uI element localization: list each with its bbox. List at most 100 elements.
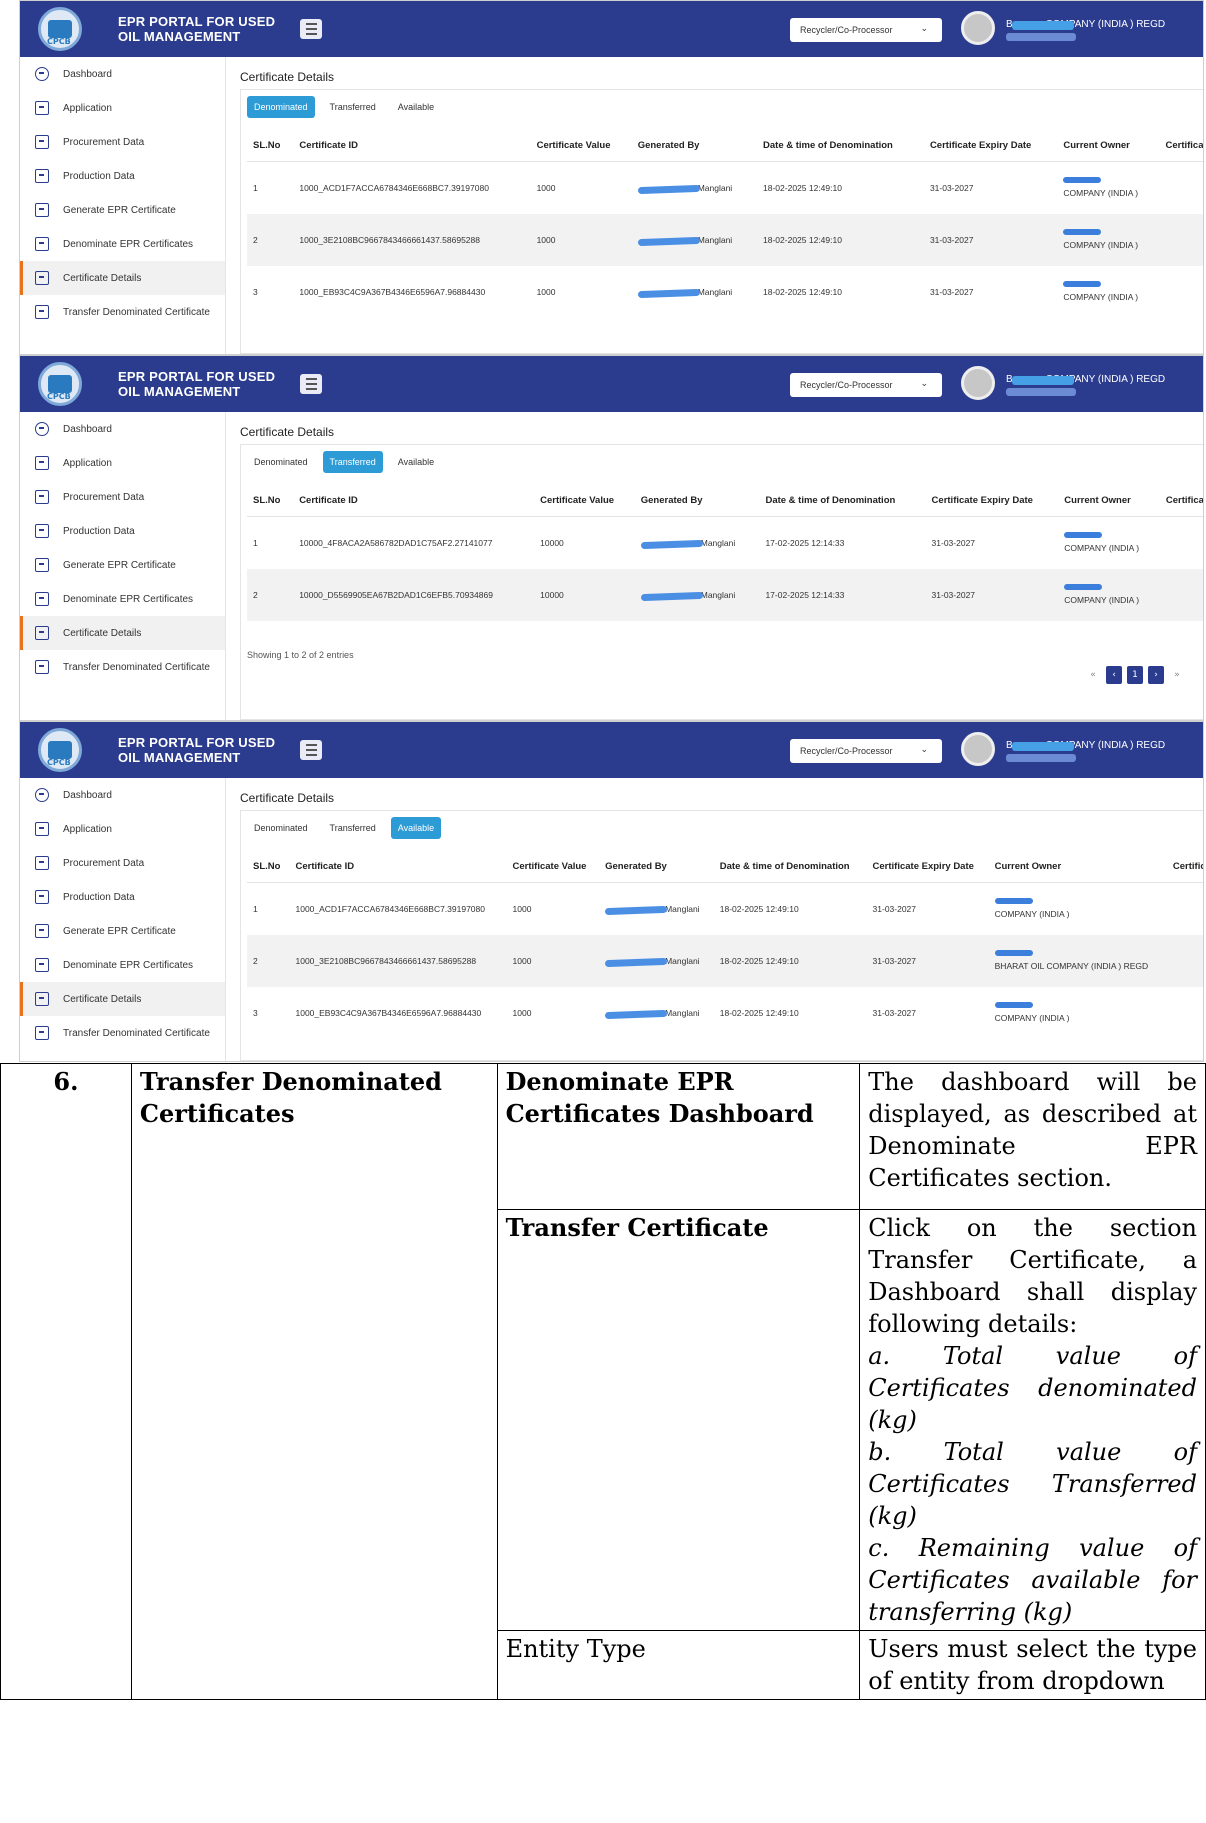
sidebar-item-certificate-details[interactable]: Certificate Details bbox=[20, 261, 225, 295]
role-select[interactable]: Recycler/Co-Processor ⌄ bbox=[790, 18, 942, 42]
table-row[interactable]: 2 1000_3E2108BC9667843466661437.58695288 1… bbox=[247, 213, 1203, 266]
redaction-mark bbox=[994, 949, 1033, 956]
sidebar-item-procurement-data[interactable]: Procurement Data bbox=[20, 125, 225, 159]
sidebar-item-procurement-data[interactable]: Procurement Data bbox=[20, 846, 225, 880]
menu-toggle-icon[interactable] bbox=[300, 740, 322, 760]
cell-certificate-more bbox=[1159, 266, 1203, 318]
table-row[interactable]: 2 1000_3E2108BC9667843466661437.58695288 1… bbox=[247, 934, 1203, 987]
tab-denominated[interactable]: Denominated bbox=[247, 96, 315, 118]
column-header[interactable]: Current Owner bbox=[988, 851, 1167, 883]
tab-available[interactable]: Available bbox=[391, 96, 441, 118]
sidebar-item-application[interactable]: Application bbox=[20, 812, 225, 846]
table-row[interactable]: 3 1000_EB93C4C9A367B4346E6596A7.96884430 1… bbox=[247, 987, 1203, 1039]
column-header[interactable]: Certificate Mc bbox=[1159, 485, 1203, 517]
table-row[interactable]: 1 1000_ACD1F7ACCA6784346E668BC7.39197080 1… bbox=[247, 883, 1203, 935]
column-header[interactable]: Certificate ID bbox=[293, 130, 531, 162]
cell-value: 1000 bbox=[536, 286, 556, 297]
tab-transferred[interactable]: Transferred bbox=[323, 817, 383, 839]
column-header[interactable]: Certificate Expiry Date bbox=[866, 851, 989, 883]
column-header[interactable]: Date & time of Denomination bbox=[757, 130, 924, 162]
column-header[interactable]: Current Owner bbox=[1058, 485, 1160, 517]
column-header[interactable]: Certificate ID bbox=[293, 485, 535, 517]
tab-transferred[interactable]: Transferred bbox=[323, 96, 383, 118]
certificate-tabs: Denominated Transferred Available bbox=[241, 811, 1203, 839]
menu-toggle-icon[interactable] bbox=[300, 19, 322, 39]
cell-date: 18-02-2025 12:49:10 bbox=[763, 286, 842, 297]
role-select[interactable]: Recycler/Co-Processor ⌄ bbox=[790, 373, 942, 397]
table-row[interactable]: 2 10000_D5569905EA67B2DAD1C6EFB5.70934869… bbox=[247, 568, 1203, 621]
sidebar-item-transfer-denominated-certificate[interactable]: Transfer Denominated Certificate bbox=[20, 295, 225, 329]
column-header[interactable]: Certificate Expiry Date bbox=[923, 130, 1058, 162]
table-row[interactable]: 3 1000_EB93C4C9A367B4346E6596A7.96884430 1… bbox=[247, 266, 1203, 318]
role-select[interactable]: Recycler/Co-Processor ⌄ bbox=[790, 739, 942, 763]
sidebar-item-certificate-details[interactable]: Certificate Details bbox=[20, 616, 225, 650]
document-icon bbox=[35, 203, 49, 217]
sidebar-item-label: Denominate EPR Certificates bbox=[63, 593, 194, 605]
tab-available[interactable]: Available bbox=[390, 817, 442, 839]
column-header[interactable]: Current Owner bbox=[1057, 130, 1160, 162]
column-header[interactable]: Date & time of Denomination bbox=[713, 851, 867, 883]
column-header[interactable]: Certificate Value bbox=[506, 851, 600, 883]
column-header[interactable]: Certificate Mc bbox=[1166, 851, 1203, 883]
column-header[interactable]: SL.No bbox=[247, 851, 290, 883]
user-avatar[interactable] bbox=[961, 11, 995, 45]
tab-denominated[interactable]: Denominated bbox=[247, 817, 315, 839]
sidebar-item-denominate-epr-certificates[interactable]: Denominate EPR Certificates bbox=[20, 582, 225, 616]
first-page-icon[interactable]: « bbox=[1085, 666, 1101, 684]
column-header[interactable]: Certificate Value bbox=[530, 130, 632, 162]
cell-certificate-more bbox=[1159, 568, 1203, 621]
table-row[interactable]: 1 1000_ACD1F7ACCA6784346E668BC7.39197080 1… bbox=[247, 162, 1203, 214]
logo-label: CPCB bbox=[47, 37, 71, 46]
chevron-down-icon: ⌄ bbox=[920, 23, 928, 33]
cell-sl: 3 bbox=[253, 286, 258, 297]
table-row[interactable]: 1 10000_4F8ACA2A586782DAD1C75AF2.27141077… bbox=[247, 517, 1203, 569]
document-icon bbox=[35, 237, 49, 251]
sidebar-item-generate-epr-certificate[interactable]: Generate EPR Certificate bbox=[20, 193, 225, 227]
sidebar-item-dashboard[interactable]: Dashboard bbox=[20, 57, 225, 91]
user-avatar[interactable] bbox=[961, 732, 995, 766]
tab-available[interactable]: Available bbox=[391, 451, 441, 473]
next-page-button[interactable]: › bbox=[1148, 666, 1164, 684]
sidebar-item-certificate-details[interactable]: Certificate Details bbox=[20, 982, 225, 1016]
sidebar-item-application[interactable]: Application bbox=[20, 91, 225, 125]
sidebar-item-application[interactable]: Application bbox=[20, 446, 225, 480]
column-header[interactable]: Certificate Mc bbox=[1159, 130, 1203, 162]
column-header[interactable]: SL.No bbox=[247, 130, 294, 162]
column-header[interactable]: Date & time of Denomination bbox=[759, 485, 926, 517]
sidebar-item-production-data[interactable]: Production Data bbox=[20, 514, 225, 548]
sidebar-item-denominate-epr-certificates[interactable]: Denominate EPR Certificates bbox=[20, 948, 225, 982]
column-header[interactable]: Generated By bbox=[631, 130, 758, 162]
cell-certificate-id: 1000_3E2108BC9667843466661437.58695288 bbox=[293, 213, 531, 266]
document-icon bbox=[35, 822, 49, 836]
sidebar-item-dashboard[interactable]: Dashboard bbox=[20, 412, 225, 446]
document-icon bbox=[35, 271, 49, 285]
sidebar-item-procurement-data[interactable]: Procurement Data bbox=[20, 480, 225, 514]
document-icon bbox=[35, 856, 49, 870]
user-avatar[interactable] bbox=[961, 366, 995, 400]
sidebar-item-production-data[interactable]: Production Data bbox=[20, 159, 225, 193]
sidebar-item-dashboard[interactable]: Dashboard bbox=[20, 778, 225, 812]
prev-page-button[interactable]: ‹ bbox=[1106, 666, 1122, 684]
tab-transferred[interactable]: Transferred bbox=[322, 451, 383, 473]
redaction-mark bbox=[1063, 176, 1102, 183]
sidebar-item-denominate-epr-certificates[interactable]: Denominate EPR Certificates bbox=[20, 227, 225, 261]
sidebar-item-production-data[interactable]: Production Data bbox=[20, 880, 225, 914]
column-header[interactable]: Certificate Value bbox=[534, 485, 635, 517]
sidebar-item-transfer-denominated-certificate[interactable]: Transfer Denominated Certificate bbox=[20, 650, 225, 684]
page-number-button[interactable]: 1 bbox=[1127, 666, 1143, 684]
redaction-mark bbox=[1064, 531, 1103, 538]
tab-denominated[interactable]: Denominated bbox=[247, 451, 315, 473]
cell-expiry: 31-03-2027 bbox=[866, 934, 989, 987]
document-icon bbox=[35, 958, 49, 972]
column-header[interactable]: Generated By bbox=[634, 485, 760, 517]
menu-toggle-icon[interactable] bbox=[300, 374, 322, 394]
column-header[interactable]: Generated By bbox=[599, 851, 714, 883]
column-header[interactable]: Certificate ID bbox=[289, 851, 507, 883]
sidebar-item-transfer-denominated-certificate[interactable]: Transfer Denominated Certificate bbox=[20, 1016, 225, 1050]
sidebar-item-generate-epr-certificate[interactable]: Generate EPR Certificate bbox=[20, 914, 225, 948]
sidebar-item-generate-epr-certificate[interactable]: Generate EPR Certificate bbox=[20, 548, 225, 582]
column-header[interactable]: SL.No bbox=[247, 485, 294, 517]
last-page-icon[interactable]: » bbox=[1169, 666, 1185, 684]
column-header[interactable]: Certificate Expiry Date bbox=[925, 485, 1059, 517]
document-icon bbox=[35, 135, 49, 149]
